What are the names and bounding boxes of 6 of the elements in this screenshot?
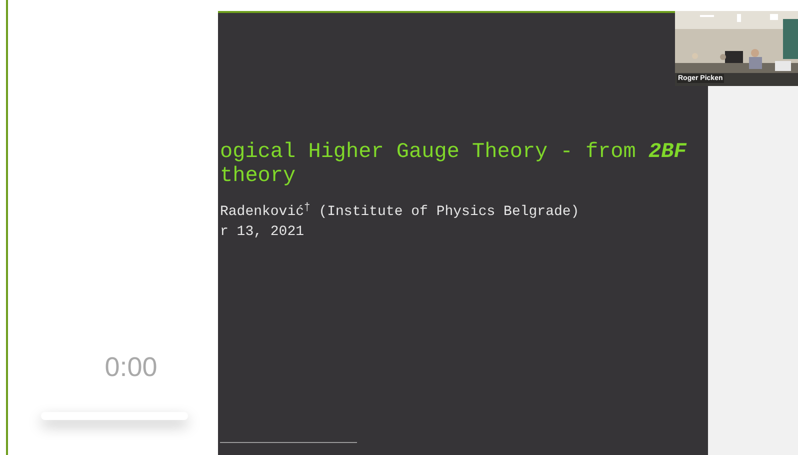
- slide-date: r 13, 2021: [220, 223, 306, 242]
- playback-time: 0:00: [104, 351, 158, 384]
- slide-title: theory: [220, 165, 297, 189]
- slide-title: ogical Higher Gauge Theory - from 2BF: [220, 141, 688, 165]
- progress-bar[interactable]: [40, 412, 188, 420]
- slide-author: Radenković$^{†}$ (Institute of Physics Belgrade): [220, 202, 580, 222]
